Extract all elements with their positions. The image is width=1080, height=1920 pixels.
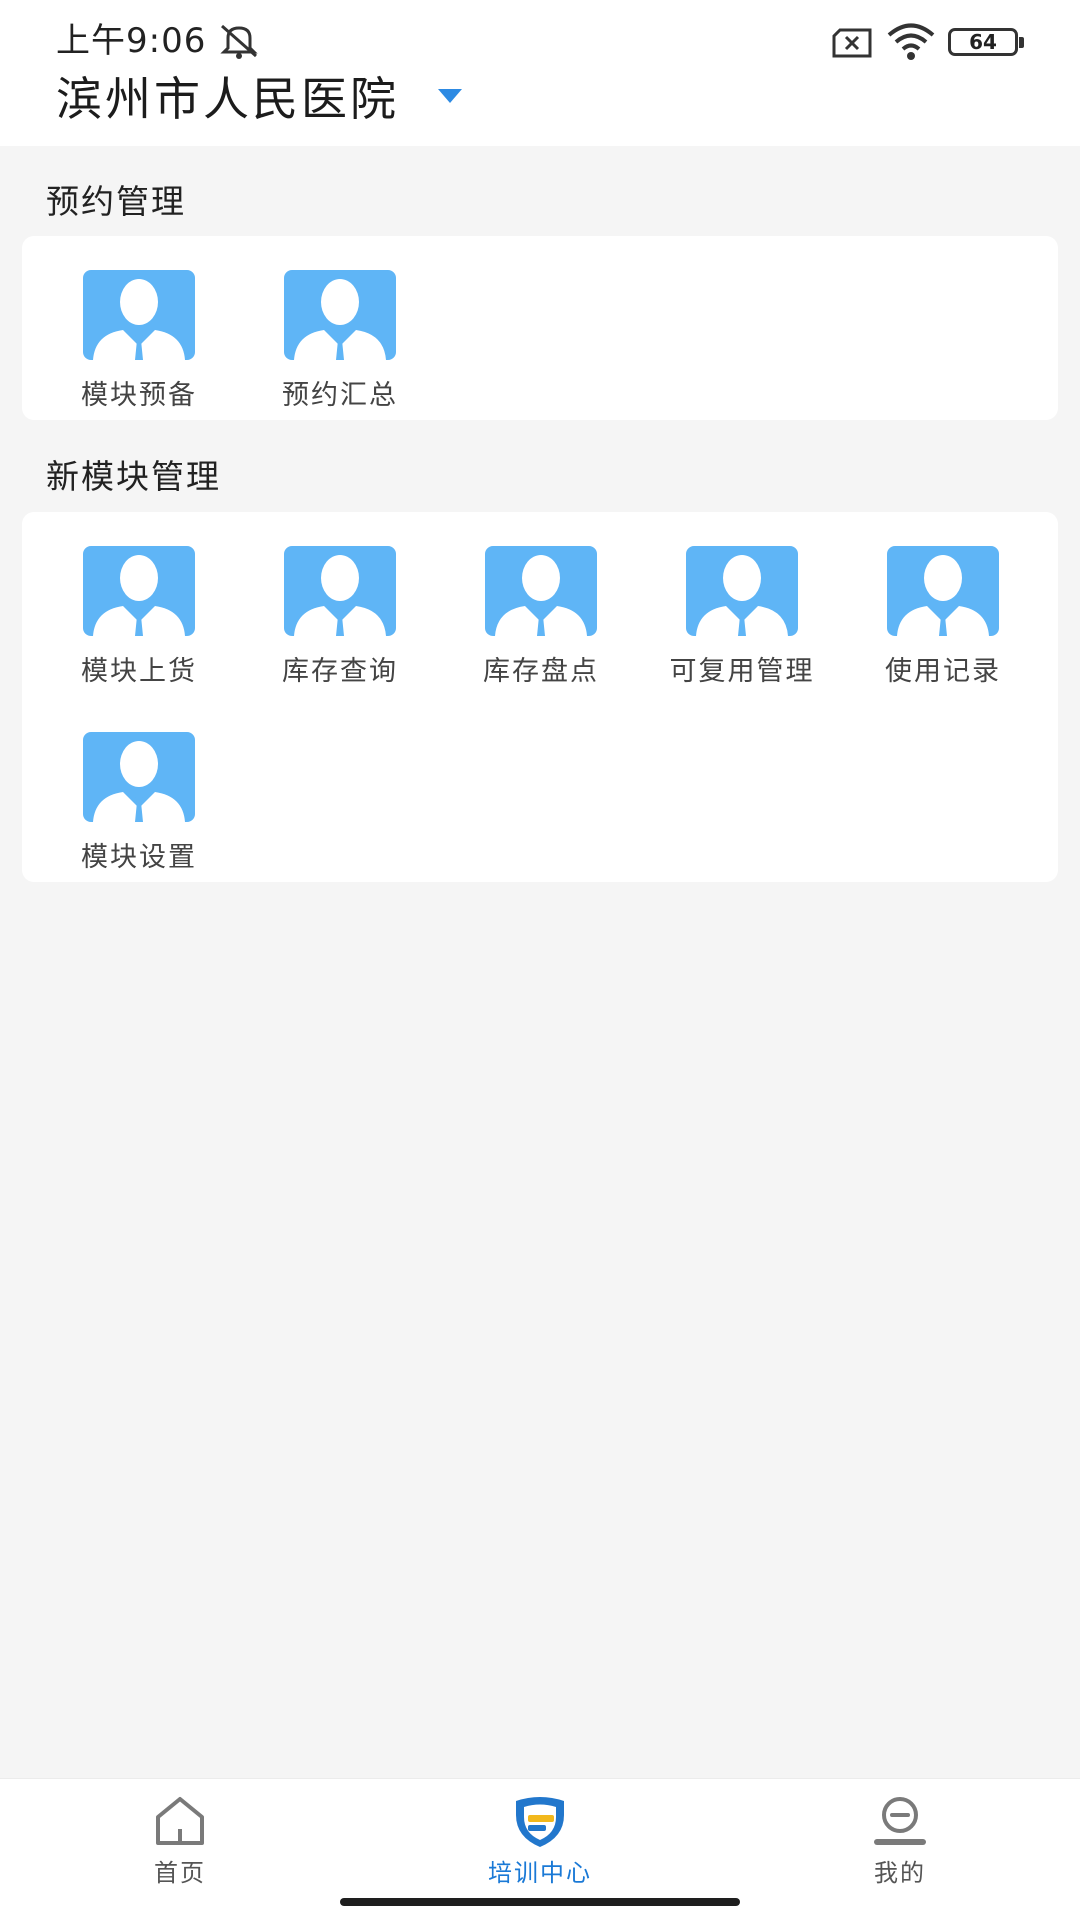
- hospital-title[interactable]: 滨州市人民医院: [56, 70, 399, 128]
- section-title-new-module: 新模块管理: [46, 457, 221, 496]
- nav-label-mine: 我的: [874, 1859, 926, 1887]
- mute-icon: [220, 24, 258, 59]
- nav-label-home: 首页: [154, 1859, 206, 1887]
- grid-item-module-prepare[interactable]: 模块预备: [39, 270, 239, 420]
- no-sim-icon: [832, 28, 872, 58]
- person-icon: [686, 546, 798, 636]
- wifi-icon: [887, 23, 935, 60]
- grid-item-reusable-management[interactable]: 可复用管理: [642, 546, 842, 696]
- battery-level: 64: [969, 30, 997, 54]
- battery-icon: 64: [948, 28, 1024, 56]
- person-icon: [83, 732, 195, 822]
- profile-icon: [874, 1797, 926, 1845]
- caret-down-icon[interactable]: [437, 88, 463, 104]
- person-icon: [83, 270, 195, 360]
- grid-item-label: 预约汇总: [282, 380, 398, 411]
- card-new-module: 模块上货 库存查询 库存盘点 可复用管理 使用记录 模块设置: [22, 512, 1058, 882]
- grid-item-inventory-check[interactable]: 库存盘点: [441, 546, 641, 696]
- person-icon: [284, 270, 396, 360]
- section-title-appointment: 预约管理: [46, 182, 186, 221]
- nav-label-training-center: 培训中心: [488, 1859, 592, 1887]
- person-icon: [83, 546, 195, 636]
- grid-item-label: 模块设置: [81, 842, 197, 873]
- home-indicator[interactable]: [340, 1898, 740, 1906]
- nav-item-training-center[interactable]: 培训中心: [440, 1779, 640, 1899]
- card-appointment: 模块预备 预约汇总: [22, 236, 1058, 420]
- grid-item-label: 使用记录: [885, 656, 1001, 687]
- nav-item-mine[interactable]: 我的: [800, 1779, 1000, 1899]
- grid-item-module-settings[interactable]: 模块设置: [39, 732, 239, 882]
- grid-item-usage-records[interactable]: 使用记录: [843, 546, 1043, 696]
- grid-item-appointment-summary[interactable]: 预约汇总: [240, 270, 440, 420]
- shield-icon: [516, 1797, 564, 1847]
- person-icon: [887, 546, 999, 636]
- person-icon: [284, 546, 396, 636]
- person-icon: [485, 546, 597, 636]
- top-header: 上午9:06 64 滨州市人民医院: [0, 0, 1080, 146]
- home-icon: [156, 1797, 204, 1845]
- grid-item-inventory-query[interactable]: 库存查询: [240, 546, 440, 696]
- status-time: 上午9:06: [56, 21, 207, 61]
- grid-item-module-stocking[interactable]: 模块上货: [39, 546, 239, 696]
- nav-item-home[interactable]: 首页: [80, 1779, 280, 1899]
